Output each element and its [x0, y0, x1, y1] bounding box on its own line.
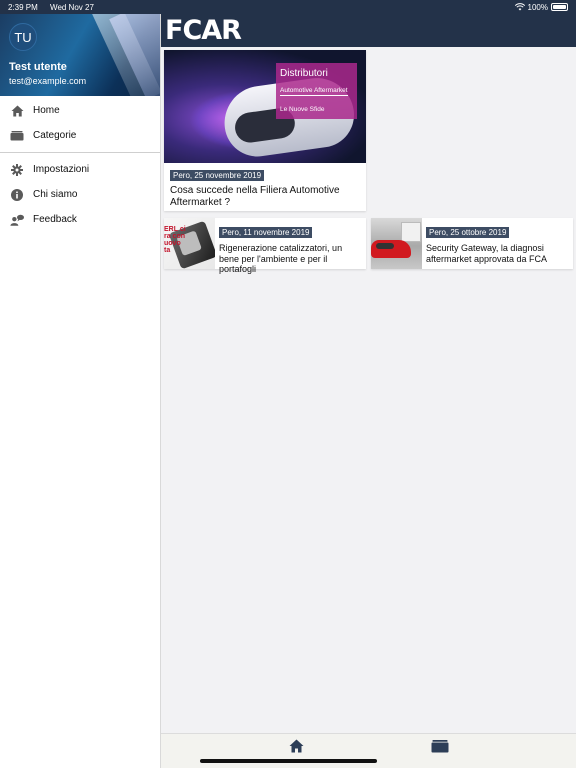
feedback-icon: [10, 213, 24, 227]
sidebar-item-impostazioni[interactable]: Impostazioni: [0, 157, 160, 182]
article-title: Rigenerazione catalizzatori, un bene per…: [219, 243, 343, 274]
secondary-menu: Impostazioni Chi siamo Feedback: [0, 157, 160, 232]
featured-article-card[interactable]: Distributori Automotive Aftermarket Le N…: [164, 50, 366, 211]
article-title: Security Gateway, la diagnosi aftermarke…: [426, 243, 548, 264]
profile-email: test@example.com: [9, 76, 87, 86]
sidebar-item-home[interactable]: Home: [0, 98, 160, 123]
article-date-badge: Pero, 25 ottobre 2019: [426, 227, 510, 238]
sidebar-item-chi-siamo[interactable]: Chi siamo: [0, 182, 160, 207]
featured-article-image: Distributori Automotive Aftermarket Le N…: [164, 50, 366, 163]
article-card[interactable]: ERL ci ra con uovo ta Pero, 11 novembre …: [164, 218, 366, 274]
primary-menu: Home Categorie: [0, 96, 160, 148]
avatar[interactable]: TU: [9, 23, 37, 51]
sidebar-item-label: Home: [33, 105, 60, 116]
home-indicator[interactable]: [200, 759, 377, 763]
article-thumbnail: [371, 218, 422, 269]
menu-divider: [0, 152, 160, 153]
article-date-badge: Pero, 11 novembre 2019: [219, 227, 313, 238]
tab-categories[interactable]: [431, 738, 449, 754]
article-card[interactable]: Pero, 25 ottobre 2019 Security Gateway, …: [371, 218, 573, 269]
image-overlay-panel: Distributori Automotive Aftermarket Le N…: [276, 63, 357, 119]
home-icon: [289, 739, 303, 753]
sidebar-item-label: Chi siamo: [33, 189, 78, 200]
article-date-badge: Pero, 25 novembre 2019: [170, 170, 265, 181]
info-icon: [10, 188, 24, 202]
folder-icon: [431, 740, 449, 753]
battery-icon: [551, 3, 568, 11]
profile-name: Test utente: [9, 61, 67, 73]
battery-percent: 100%: [527, 2, 548, 12]
sidebar-item-categorie[interactable]: Categorie: [0, 123, 160, 148]
fcar-logo: FCAR: [165, 15, 242, 46]
wifi-icon: [514, 3, 525, 11]
sidebar-item-label: Categorie: [33, 130, 77, 141]
tab-home[interactable]: [287, 738, 305, 754]
app-header: FCAR: [161, 14, 576, 47]
sidebar-item-feedback[interactable]: Feedback: [0, 207, 160, 232]
home-icon: [10, 104, 24, 118]
gear-icon: [10, 163, 24, 177]
folder-icon: [10, 129, 24, 143]
status-date: Wed Nov 27: [50, 2, 94, 12]
status-bar: 2:39 PM Wed Nov 27 100%: [0, 0, 576, 14]
article-thumbnail: ERL ci ra con uovo ta: [164, 218, 215, 269]
sidebar-item-label: Feedback: [33, 214, 77, 225]
article-title: Cosa succede nella Filiera Automotive Af…: [170, 185, 340, 208]
status-time: 2:39 PM: [8, 2, 38, 12]
sidebar: TU Test utente test@example.com Home Cat…: [0, 14, 161, 768]
profile-header: TU Test utente test@example.com: [0, 14, 160, 96]
sidebar-item-label: Impostazioni: [33, 164, 90, 175]
